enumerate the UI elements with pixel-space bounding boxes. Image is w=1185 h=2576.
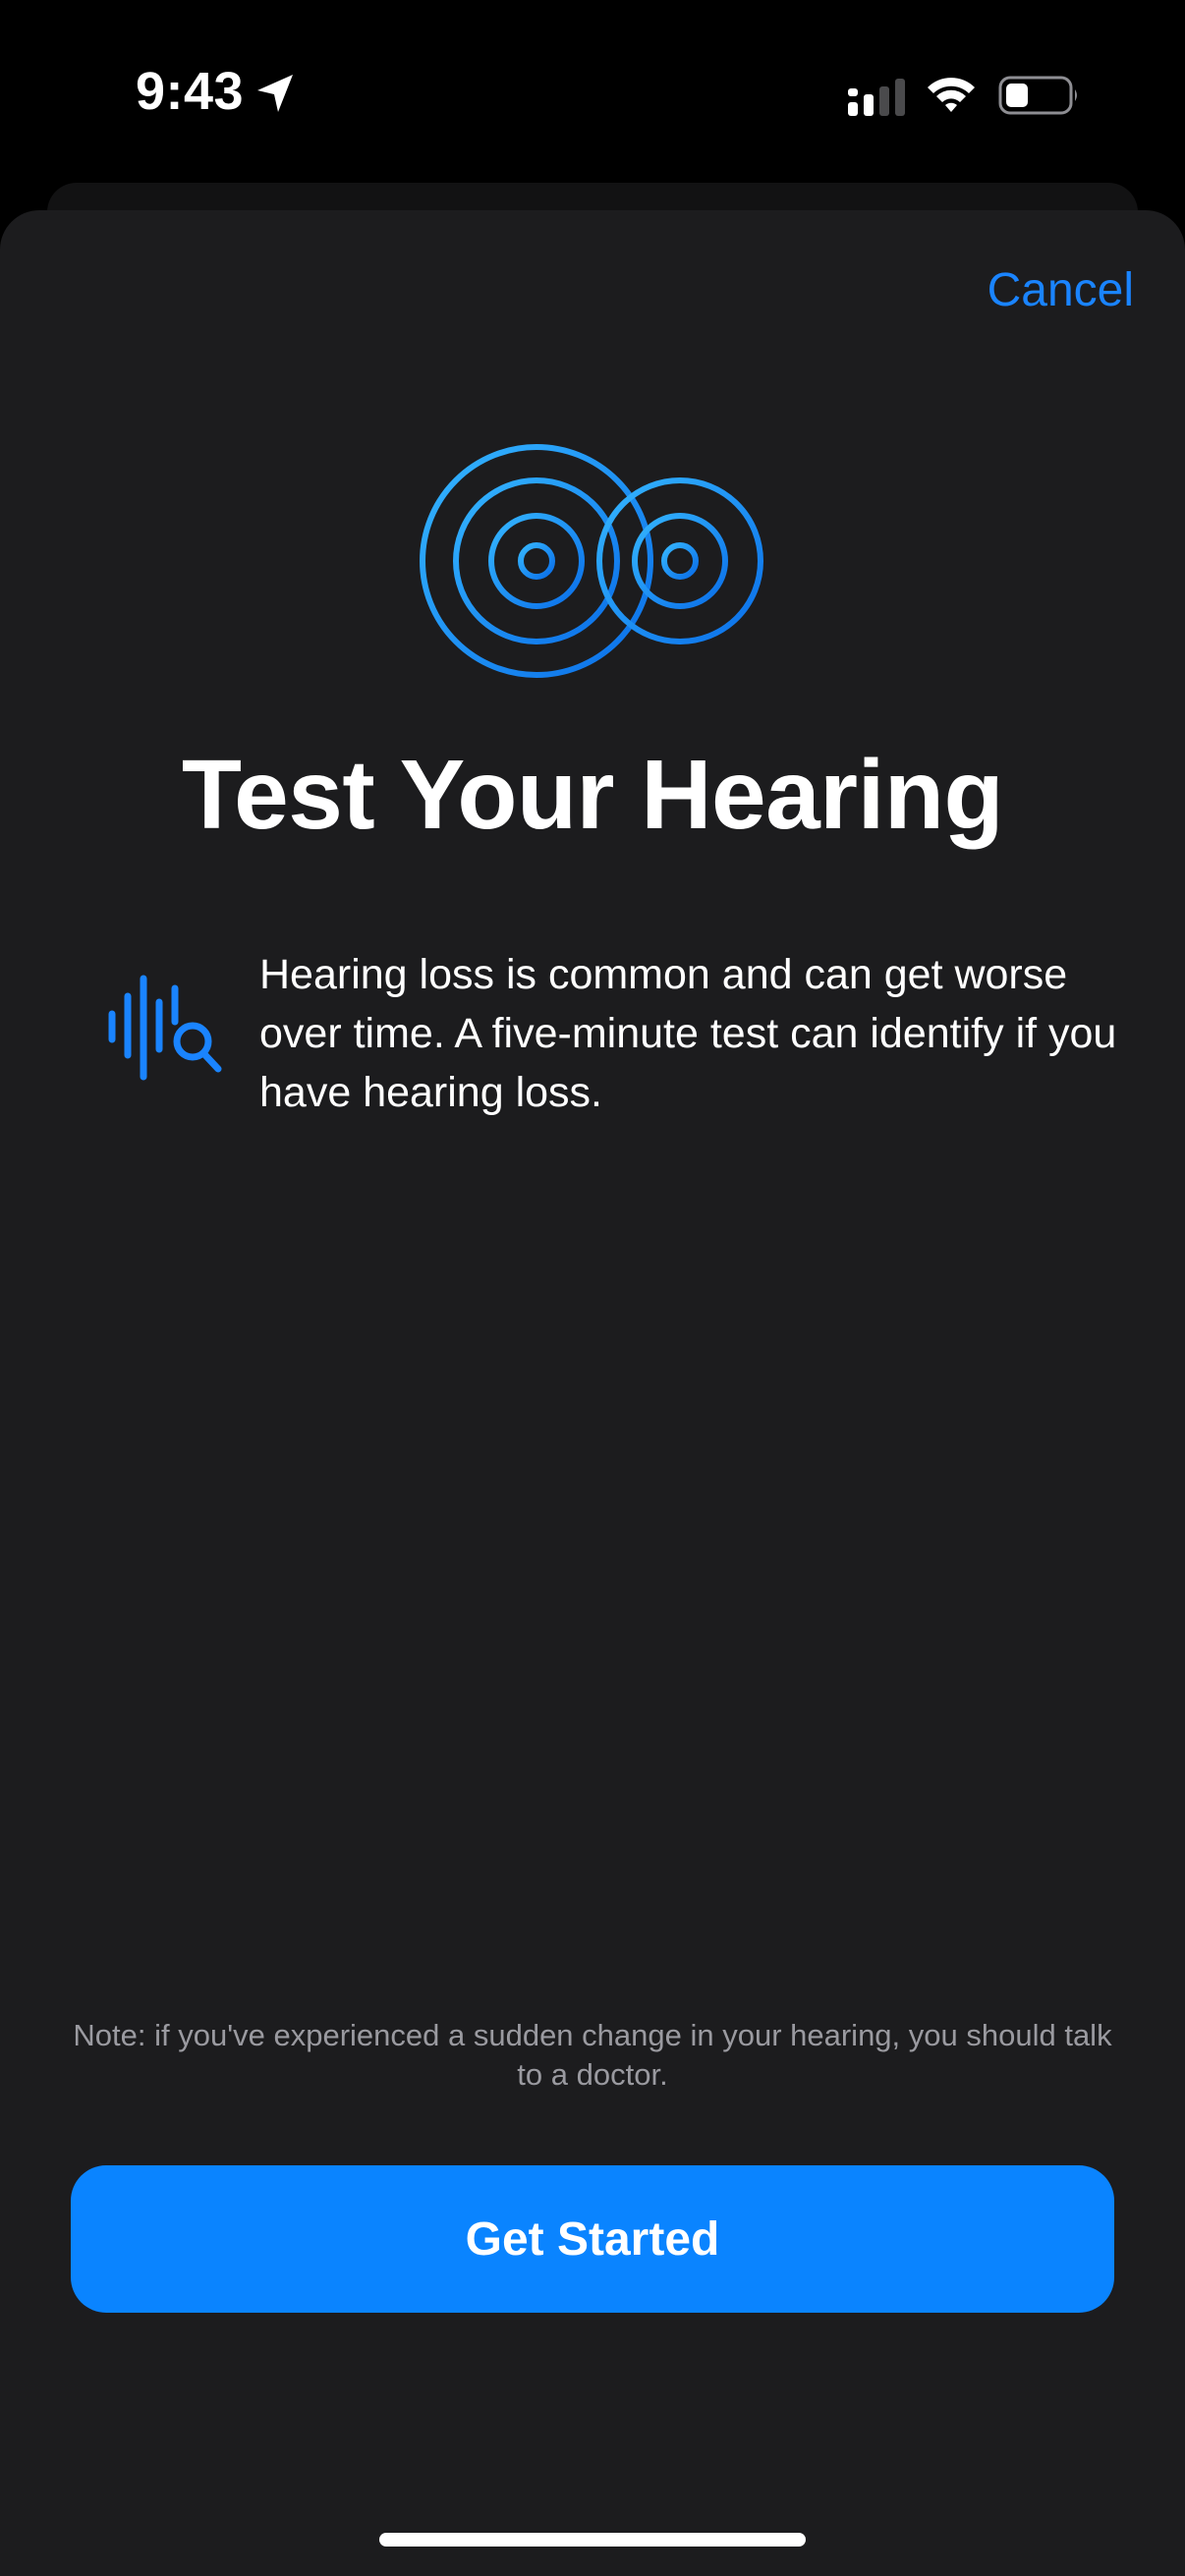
home-indicator[interactable]: [379, 2533, 806, 2547]
location-arrow-icon: [257, 75, 293, 112]
battery-icon: [998, 76, 1077, 115]
get-started-button[interactable]: Get Started: [71, 2165, 1114, 2313]
doctor-note: Note: if you've experienced a sudden cha…: [73, 2018, 1112, 2092]
wifi-icon: [928, 78, 975, 112]
cellular-signal-icon: [848, 79, 905, 116]
status-time: 9:43: [136, 62, 245, 121]
cancel-button[interactable]: Cancel: [988, 263, 1134, 317]
feature-description: Hearing loss is common and can get worse…: [259, 951, 1117, 1116]
hearing-rings-icon: [420, 444, 763, 678]
page-title: Test Your Hearing: [181, 740, 1004, 850]
screen: 9:43 Cancel Test Your Hearing Hearing lo…: [0, 0, 1185, 2576]
waveform-magnifier-icon: [108, 975, 222, 1081]
